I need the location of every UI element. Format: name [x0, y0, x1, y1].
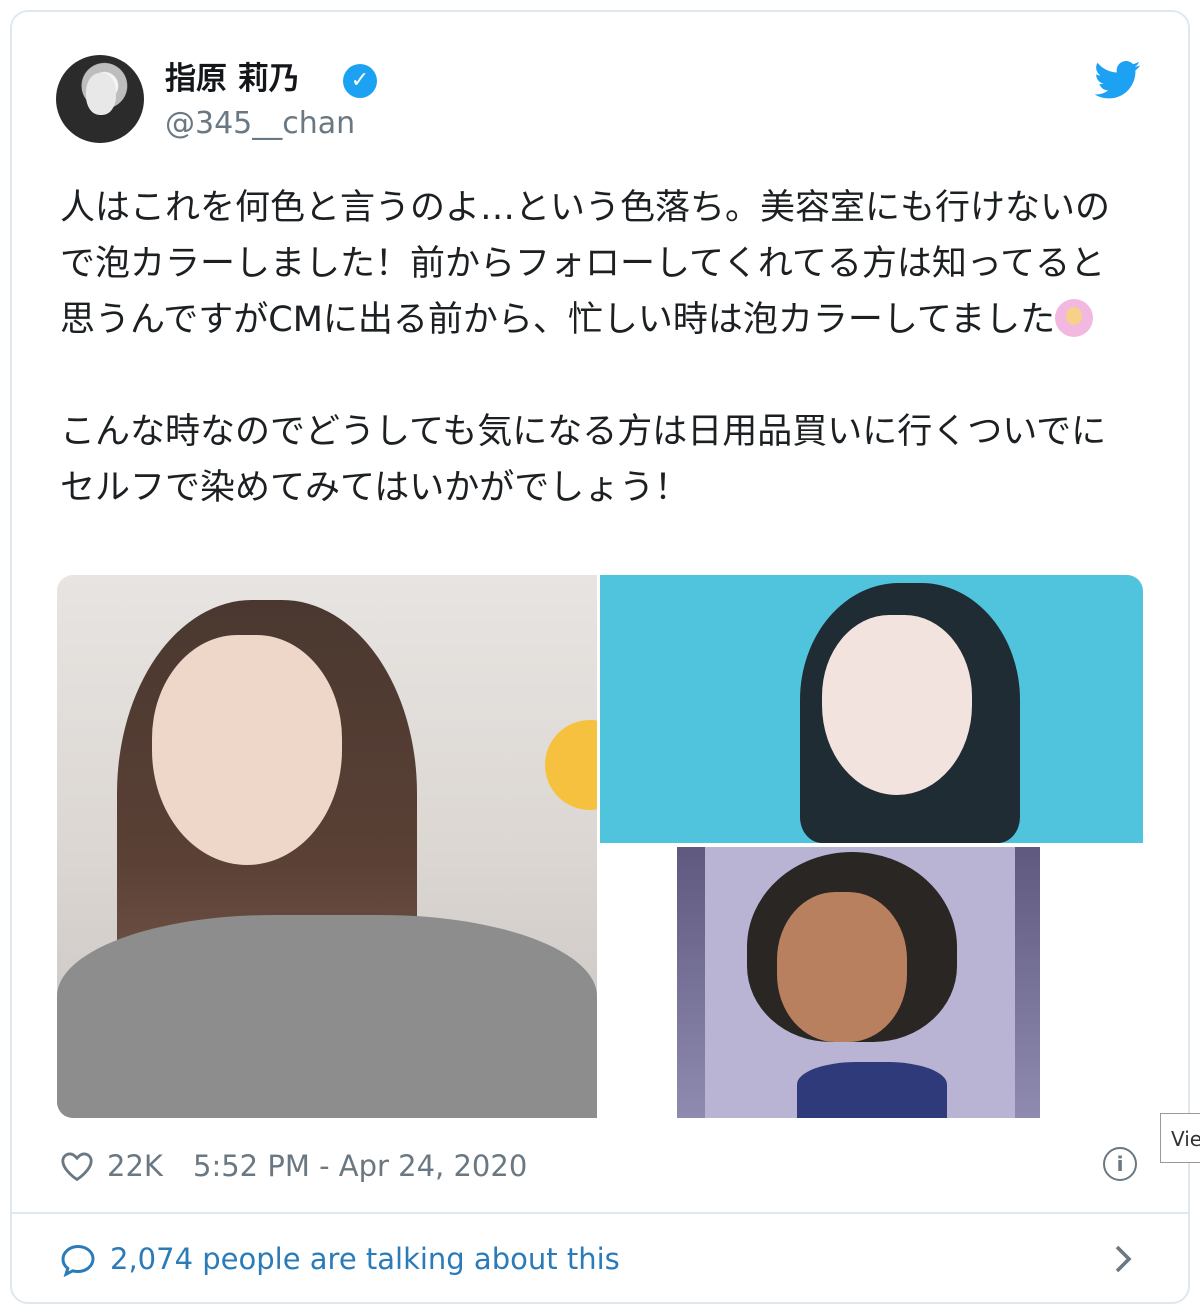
tweet-text: 人はこれを何色と言うのよ…という色落ち。美容室にも行けないので泡カラーしました！…: [60, 180, 1140, 516]
photo-clothes: [797, 1062, 947, 1118]
photo-blue-background[interactable]: [600, 575, 1143, 843]
chevron-right-icon[interactable]: [1110, 1244, 1136, 1274]
tweet-paragraph-2: こんな時なのでどうしても気になる方は日用品買いに行くついでにセルフで染めてみては…: [60, 412, 1107, 508]
footer-divider: [12, 1212, 1188, 1214]
like-count[interactable]: 22K: [107, 1145, 163, 1187]
person-gesturing-ok-emoji-icon: [1055, 299, 1094, 337]
photo-face: [822, 615, 972, 795]
avatar[interactable]: [56, 55, 144, 143]
photo-face: [152, 635, 342, 865]
avatar-face: [86, 73, 116, 115]
tweet-timestamp[interactable]: 5:52 PM - Apr 24, 2020: [193, 1145, 527, 1187]
tweet-paragraph-1: 人はこれを何色と言うのよ…という色落ち。美容室にも行けないので泡カラーしました！…: [60, 180, 1140, 348]
photo-hair-color-product[interactable]: [677, 847, 1040, 1118]
photo-shirt: [57, 915, 597, 1118]
comment-icon[interactable]: [60, 1243, 96, 1277]
view-tooltip[interactable]: Vie: [1160, 1113, 1200, 1163]
user-display-name[interactable]: 指原 莉乃: [165, 60, 300, 98]
twitter-bird-icon[interactable]: [1095, 60, 1141, 100]
tweet-media-grid[interactable]: [57, 575, 1143, 1118]
photo-selfie[interactable]: [57, 575, 635, 1118]
talking-about-link[interactable]: 2,074 people are talking about this: [110, 1238, 620, 1280]
verified-badge-icon: ✓: [343, 64, 377, 98]
heart-icon[interactable]: [60, 1150, 94, 1182]
info-icon[interactable]: i: [1103, 1147, 1137, 1181]
tweet-paragraph-1-text: 人はこれを何色と言うのよ…という色落ち。美容室にも行けないので泡カラーしました！…: [60, 188, 1111, 340]
photo-face: [777, 892, 907, 1042]
user-handle[interactable]: @345__chan: [165, 106, 355, 142]
